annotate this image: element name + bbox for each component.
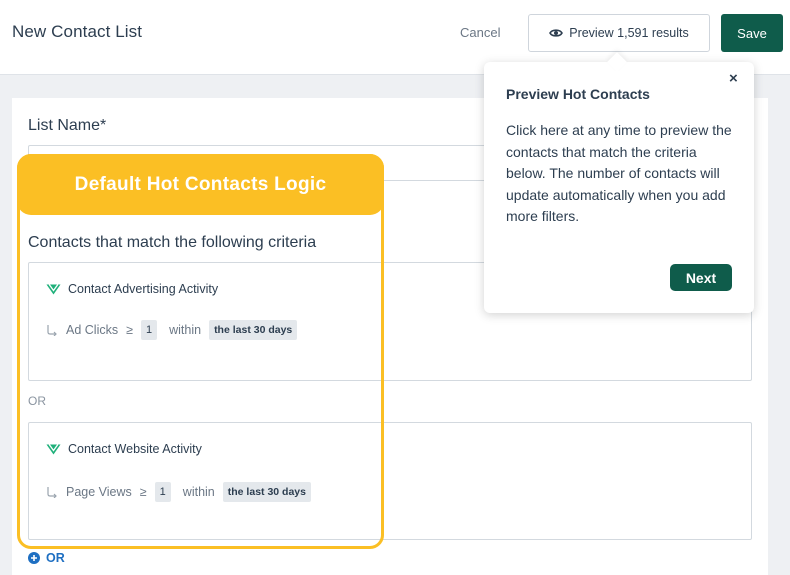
save-button[interactable]: Save [721,14,783,52]
popover-title: Preview Hot Contacts [506,86,650,102]
page-title: New Contact List [12,22,143,41]
eye-icon [549,28,564,38]
next-button[interactable]: Next [670,264,732,291]
add-or-label: OR [46,551,65,565]
popover-body: Click here at any time to preview the co… [506,122,732,224]
close-icon[interactable]: × [729,70,738,87]
preview-button-label: Preview 1,591 results [569,26,689,40]
highlight-banner: Default Hot Contacts Logic [17,154,384,215]
cancel-button[interactable]: Cancel [460,25,500,40]
preview-results-button[interactable]: Preview 1,591 results [528,14,710,52]
plus-circle-icon [28,552,40,564]
add-or-button[interactable]: OR [28,551,65,565]
list-name-label: List Name* [28,117,107,134]
